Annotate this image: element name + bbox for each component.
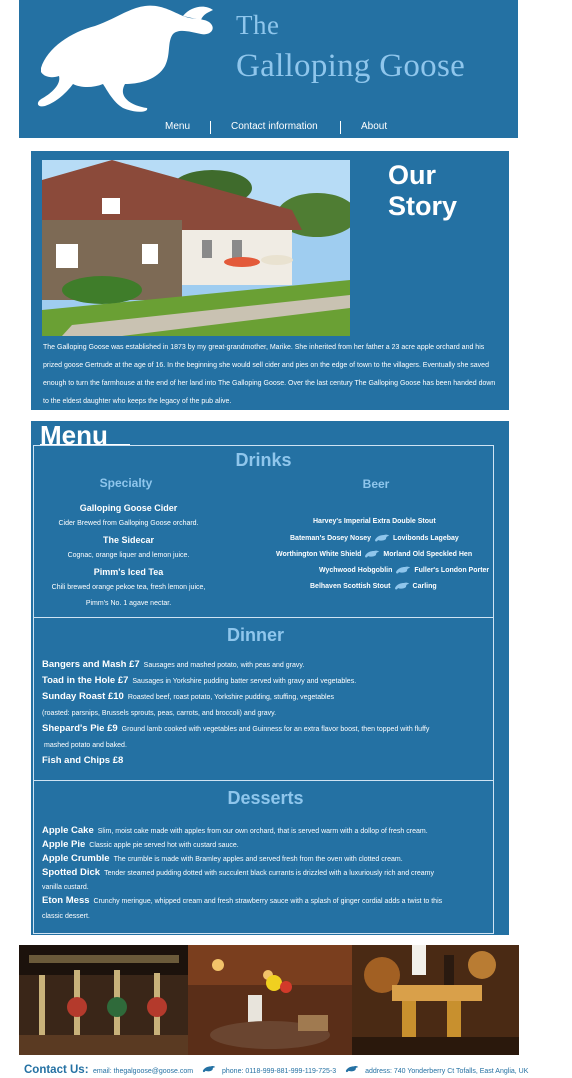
pub-exterior-photo: [42, 160, 350, 336]
dish-desc: Roasted beef, roast potato, Yorkshire pu…: [127, 694, 334, 701]
dish-name: Apple Crumble: [42, 853, 110, 864]
contact-phone[interactable]: phone: 0118-999-881-999-119-725-3: [222, 1068, 336, 1075]
nav-divider: [210, 121, 211, 134]
dish-name: Toad in the Hole £7: [42, 675, 129, 686]
drink-name: The Sidecar: [102, 535, 155, 545]
beer-item: Belhaven Scottish Stout: [310, 582, 391, 590]
our-story-section: Our Story The Galloping Goose was establ…: [31, 151, 509, 410]
menu-title-underline: [40, 444, 130, 445]
pub-table-photo: [188, 945, 352, 1055]
beer-item: Wychwood Hobgoblin: [319, 566, 393, 574]
dish-name: Eton Mess: [42, 895, 90, 906]
goose-icon: [365, 550, 380, 558]
nav-about-link[interactable]: About: [361, 121, 387, 132]
story-title: Our Story: [388, 160, 458, 221]
goose-icon: [396, 566, 411, 574]
beer-item: Lovibonds Lagebay: [393, 534, 459, 542]
dinner-item: Bangers and Mash £7 Sausages and mashed p…: [42, 658, 492, 673]
drink-desc: Cognac, orange liquer and lemon juice.: [67, 552, 190, 559]
dish-desc: Tender steamed pudding dotted with succu…: [104, 870, 435, 877]
section-divider: [33, 780, 494, 781]
dinner-item: Shepard's Pie £9 Ground lamb cooked with …: [42, 722, 492, 737]
goose-icon: [375, 534, 390, 542]
drink-desc: Pimm's No. 1 agave nectar.: [85, 600, 172, 607]
dish-desc: Slim, moist cake made with apples from o…: [97, 828, 428, 835]
nav-menu-link[interactable]: Menu: [165, 121, 190, 132]
bar-taps-photo: [19, 945, 188, 1055]
beer-item: Morland Old Speckled Hen: [383, 550, 473, 558]
contact-email[interactable]: email: thegalgoose@goose.com: [93, 1068, 193, 1075]
beer-title: Beer: [362, 477, 390, 491]
dish-desc: Ground lamb cooked with vegetables and G…: [121, 726, 430, 733]
desserts-title: Desserts: [227, 788, 304, 808]
beer-item: Worthington White Shield: [276, 550, 362, 558]
dessert-item: Apple Crumble The crumble is made with Br…: [42, 852, 492, 867]
goose-icon: [394, 582, 409, 590]
site-title-line1: The: [236, 10, 280, 40]
beer-item: Bateman's Dosey Nosey: [290, 534, 372, 542]
beer-row: Worthington White Shield Morland Old Spec…: [276, 550, 472, 558]
nav-divider: [340, 121, 341, 134]
section-divider: [33, 617, 494, 618]
dish-desc-cont: mashed potato and baked.: [44, 742, 127, 749]
dinner-title: Dinner: [226, 625, 284, 645]
dish-name: Sunday Roast £10: [42, 691, 124, 702]
dinner-item: Toad in the Hole £7 Sausages in Yorkshire…: [42, 674, 492, 689]
drink-desc: Cider Brewed from Galloping Goose orchar…: [58, 520, 199, 527]
drink-name: Pimm's Iced Tea: [93, 567, 164, 577]
dish-desc: Sausages in Yorkshire pudding batter ser…: [132, 678, 357, 685]
beer-row: Wychwood Hobgoblin Fuller's London Porter: [319, 566, 489, 574]
beer-tap-photo: [352, 945, 519, 1055]
specialty-title: Specialty: [99, 476, 153, 490]
beer-row: Bateman's Dosey Nosey Lovibonds Lagebay: [290, 534, 459, 542]
drink-desc: Chili brewed orange pekoe tea, fresh lem…: [51, 584, 206, 591]
nav-contact-link[interactable]: Contact information: [231, 121, 318, 132]
beer-item: Fuller's London Porter: [414, 566, 490, 574]
drink-name: Galloping Goose Cider: [79, 503, 178, 513]
site-title-line2: Galloping Goose: [236, 48, 466, 84]
contact-title: Contact Us:: [24, 1064, 89, 1076]
dish-name: Spotted Dick: [42, 867, 101, 878]
drinks-title: Drinks: [235, 450, 292, 470]
dessert-item: Apple Cake Slim, moist cake made with app…: [42, 824, 492, 839]
beer-item: Carling: [412, 582, 437, 590]
dish-name: Bangers and Mash £7: [42, 659, 140, 670]
main-nav: Menu Contact information About: [19, 120, 518, 136]
contact-bar: Contact Us: email: thegalgoose@goose.com…: [24, 1060, 564, 1076]
dish-desc: Crunchy meringue, whipped cream and fres…: [93, 898, 443, 905]
dish-name: Apple Cake: [42, 825, 94, 836]
galloping-goose-icon: [37, 5, 213, 112]
dessert-item: Spotted Dick Tender steamed pudding dotte…: [42, 866, 492, 881]
dish-desc: Classic apple pie served hot with custar…: [89, 842, 239, 849]
beer-item: Harvey's Imperial Extra Double Stout: [313, 518, 436, 525]
dish-desc: Sausages and mashed potato, with peas an…: [143, 662, 305, 669]
dish-desc-cont: classic dessert.: [42, 913, 90, 920]
beer-row: Belhaven Scottish Stout Carling: [310, 582, 437, 590]
footer-photo-strip: [19, 945, 519, 1055]
dish-name: Apple Pie: [42, 839, 86, 850]
dessert-item: Apple Pie Classic apple pie served hot wi…: [42, 838, 492, 853]
dinner-item: Fish and Chips £8: [42, 754, 492, 769]
contact-address: address: 740 Yonderberry Ct Tofalls, Eas…: [365, 1068, 529, 1075]
dish-desc: The crumble is made with Bramley apples …: [113, 856, 403, 863]
dessert-item: Eton Mess Crunchy meringue, whipped cream…: [42, 894, 492, 909]
site-header: The Galloping Goose Menu Contact informa…: [19, 0, 518, 138]
dish-desc-cont: (roasted: parsnips, Brussels sprouts, pe…: [42, 710, 277, 717]
dinner-item: Sunday Roast £10 Roasted beef, roast pota…: [42, 690, 492, 705]
story-text: The Galloping Goose was established in 1…: [43, 344, 496, 405]
menu-section: Menu Drinks Specialty Beer Galloping Goo…: [31, 421, 509, 935]
goose-icon: [202, 1065, 215, 1072]
dish-name: Fish and Chips £8: [42, 755, 124, 766]
dish-name: Shepard's Pie £9: [42, 723, 118, 734]
dish-desc-cont: vanilla custard.: [42, 884, 89, 891]
goose-icon: [345, 1065, 358, 1072]
